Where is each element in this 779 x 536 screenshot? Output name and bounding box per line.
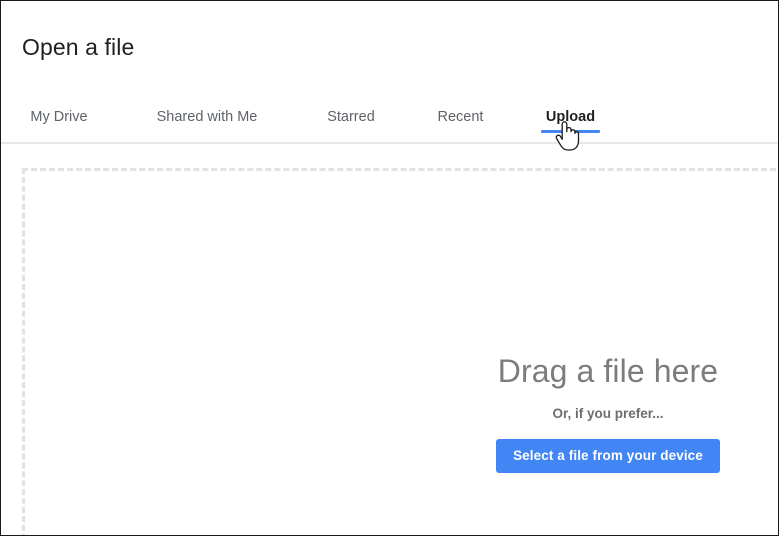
tab-label: Starred [327, 108, 375, 125]
dropzone-subtext: Or, if you prefer... [552, 406, 664, 421]
tab-recent[interactable]: Recent [433, 91, 488, 143]
select-file-from-device-button[interactable]: Select a file from your device [496, 439, 720, 473]
page-title: Open a file [22, 34, 135, 60]
tab-label: Shared with Me [156, 108, 258, 125]
dialog-body: Drag a file here Or, if you prefer... Se… [1, 144, 778, 535]
tab-active-underline [541, 130, 600, 133]
tab-starred[interactable]: Starred [322, 91, 380, 143]
dialog-header: Open a file My Drive Shared with Me Starre… [1, 1, 778, 144]
dropzone-content: Drag a file here Or, if you prefer... Se… [477, 351, 739, 473]
open-a-file-dialog: Open a file My Drive Shared with Me Starre… [0, 0, 779, 536]
tab-label: Recent [437, 108, 484, 125]
dropzone-heading: Drag a file here [497, 353, 719, 389]
tab-label: My Drive [30, 108, 88, 125]
tab-upload[interactable]: Upload [541, 91, 600, 143]
tab-my-drive[interactable]: My Drive [24, 91, 94, 143]
tab-label: Upload [545, 108, 596, 125]
tab-bar: My Drive Shared with Me Starred Recent Uploa… [1, 91, 778, 143]
file-dropzone[interactable]: Drag a file here Or, if you prefer... Se… [22, 168, 778, 535]
tab-shared-with-me[interactable]: Shared with Me [147, 91, 267, 143]
